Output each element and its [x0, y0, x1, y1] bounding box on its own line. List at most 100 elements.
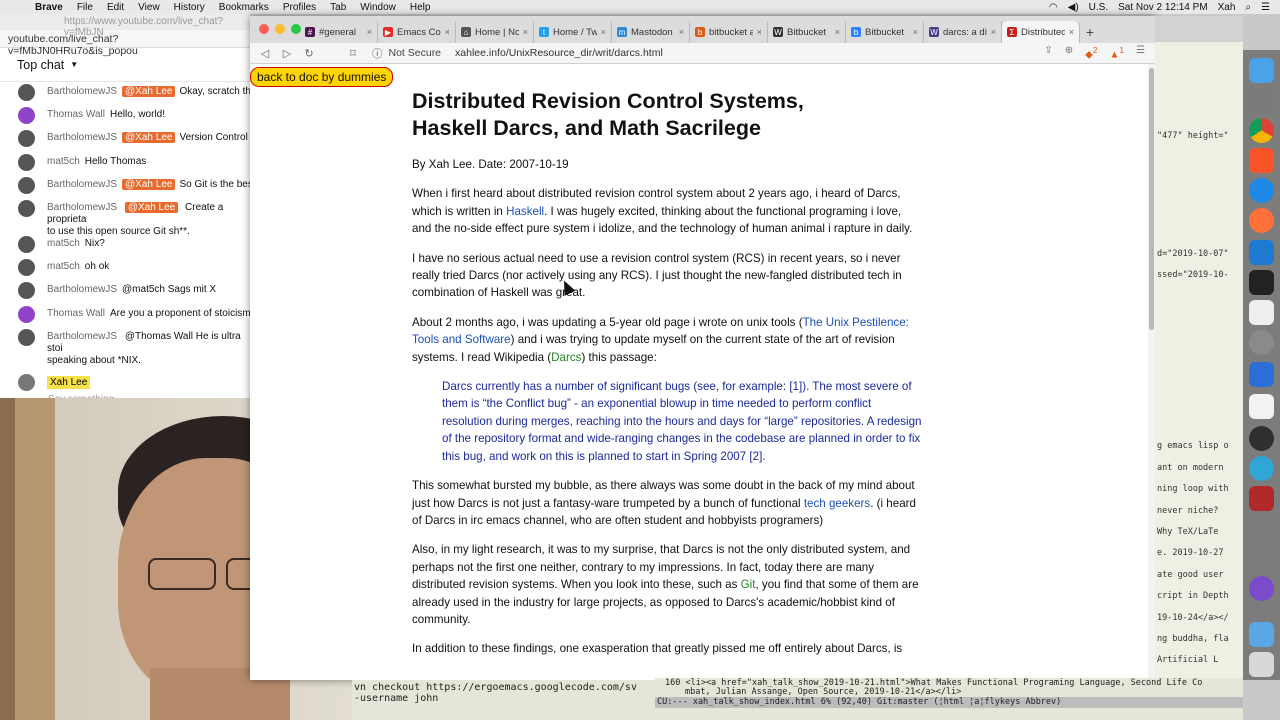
close-tab-icon[interactable]: × — [601, 27, 606, 37]
user-name[interactable]: Xah — [1218, 2, 1236, 13]
zoom-icon[interactable]: ⊕ — [1065, 45, 1073, 60]
brave-rewards-icon[interactable]: ▲1 — [1109, 45, 1124, 60]
menu-file[interactable]: File — [70, 2, 100, 13]
git-link[interactable]: Git — [741, 578, 756, 591]
chat-author[interactable]: BartholomewJS — [47, 179, 117, 190]
chat-author[interactable]: BartholomewJS — [47, 331, 117, 342]
bookmark-icon[interactable]: ⌑ — [342, 47, 364, 60]
close-tab-icon[interactable]: × — [991, 27, 996, 37]
menu-help[interactable]: Help — [403, 2, 438, 13]
reload-icon[interactable]: ↻ — [298, 47, 320, 60]
trash-icon[interactable] — [1249, 652, 1274, 677]
finder-icon[interactable] — [1249, 58, 1274, 83]
back-arrow-icon[interactable]: ◁ — [254, 47, 276, 60]
haskell-link[interactable]: Haskell — [506, 205, 544, 218]
obs-icon[interactable] — [1249, 426, 1274, 451]
emacs-icon[interactable] — [1249, 576, 1274, 601]
chat-author[interactable]: BartholomewJS — [47, 132, 117, 143]
address-bar[interactable]: xahlee.info/UnixResource_dir/writ/darcs.… — [455, 47, 663, 59]
close-tab-icon[interactable]: × — [1069, 27, 1074, 37]
textedit-icon[interactable] — [1249, 300, 1274, 325]
new-tab-button[interactable]: + — [1080, 21, 1100, 43]
close-tab-icon[interactable]: × — [523, 27, 528, 37]
back-to-doc-link[interactable]: back to doc by dummies — [250, 67, 394, 87]
tab-emacs-conf[interactable]: ▶ Emacs Con × — [378, 21, 456, 43]
mastodon-icon: m — [617, 27, 627, 37]
calendar-icon[interactable] — [1249, 394, 1274, 419]
menu-history[interactable]: History — [167, 2, 212, 13]
page-scrollbar[interactable] — [1148, 64, 1155, 680]
menu-app-name[interactable]: Brave — [28, 2, 70, 13]
close-window-icon[interactable] — [259, 24, 269, 34]
terminal-text[interactable]: vn checkout https://ergoemacs.googlecode… — [352, 680, 655, 720]
chat-text: Hello, world! — [109, 109, 166, 121]
menu-list-icon[interactable]: ☰ — [1261, 2, 1270, 13]
menu-view[interactable]: View — [131, 2, 167, 13]
share-icon[interactable]: ⇪ — [1044, 45, 1052, 60]
close-tab-icon[interactable]: × — [367, 27, 372, 37]
emacs-buffer[interactable]: 160 <li><a href="xah_talk_show_2019-10-2… — [655, 678, 1243, 720]
chat-author[interactable]: mat5ch — [47, 261, 80, 272]
tech-geekers-link[interactable]: tech geekers — [804, 497, 870, 510]
sigma-icon: Σ — [1007, 27, 1017, 37]
brave-shields-icon[interactable]: ◆2 — [1085, 45, 1097, 60]
close-tab-icon[interactable]: × — [445, 27, 450, 37]
chat-url-bar[interactable]: youtube.com/live_chat?v=fMbJN0HRu7o&is_p… — [0, 30, 250, 57]
system-prefs-icon[interactable] — [1249, 330, 1274, 355]
launchpad-icon[interactable] — [1249, 88, 1274, 113]
minimize-window-icon[interactable] — [275, 24, 285, 34]
tab-bitbucket-wiki[interactable]: W Bitbucket × — [768, 21, 846, 43]
vscode-icon[interactable] — [1249, 240, 1274, 265]
chat-message: BartholomewJS @Xah Lee So Git is the bes… — [18, 175, 250, 198]
top-chat-label: Top chat — [17, 57, 65, 72]
clock[interactable]: Sat Nov 2 12:14 PM — [1118, 2, 1208, 13]
menu-edit[interactable]: Edit — [100, 2, 131, 13]
brave-icon[interactable] — [1249, 148, 1274, 173]
menu-tab[interactable]: Tab — [323, 2, 353, 13]
menu-profiles[interactable]: Profiles — [276, 2, 323, 13]
terminal-icon[interactable] — [1249, 270, 1274, 295]
close-tab-icon[interactable]: × — [679, 27, 684, 37]
chrome-icon[interactable] — [1249, 118, 1274, 143]
tab-mastodon[interactable]: m Mastodon × — [612, 21, 690, 43]
close-tab-icon[interactable]: × — [913, 27, 918, 37]
darcs-wikipedia-link[interactable]: Darcs — [551, 351, 581, 364]
page-title: Distributed Revision Control Systems, Ha… — [412, 88, 922, 142]
avatar — [18, 84, 35, 101]
tab-home-notion[interactable]: ⌂ Home | No × — [456, 21, 534, 43]
chat-author[interactable]: mat5ch — [47, 238, 80, 249]
search-icon[interactable]: ⌕ — [1245, 2, 1251, 13]
activity-monitor-icon[interactable] — [1249, 362, 1274, 387]
menu-window[interactable]: Window — [353, 2, 403, 13]
tab-slack-general[interactable]: # #general × — [300, 21, 378, 43]
menu-icon[interactable]: ☰ — [1136, 45, 1145, 60]
close-tab-icon[interactable]: × — [757, 27, 762, 37]
chat-author[interactable]: mat5ch — [47, 156, 80, 167]
tab-bitbucket-search[interactable]: b bitbucket a × — [690, 21, 768, 43]
chat-author[interactable]: Thomas Wall — [47, 308, 105, 319]
tab-distributed-active[interactable]: Σ Distributed × — [1002, 21, 1080, 43]
safari-icon[interactable] — [1249, 178, 1274, 203]
zoom-window-icon[interactable] — [291, 24, 301, 34]
tab-bitbucket[interactable]: b Bitbucket × — [846, 21, 924, 43]
input-source[interactable]: U.S. — [1089, 2, 1108, 13]
edge-icon[interactable] — [1249, 456, 1274, 481]
photo-booth-icon[interactable] — [1249, 486, 1274, 511]
chat-author[interactable]: BartholomewJS — [47, 202, 117, 213]
scrollbar-thumb[interactable] — [1149, 68, 1154, 330]
menu-bookmarks[interactable]: Bookmarks — [212, 2, 276, 13]
tab-twitter[interactable]: t Home / Tw × — [534, 21, 612, 43]
firefox-icon[interactable] — [1249, 208, 1274, 233]
folder-icon[interactable] — [1249, 622, 1274, 647]
forward-arrow-icon[interactable]: ▷ — [276, 47, 298, 60]
volume-icon[interactable]: ◀) — [1068, 2, 1079, 13]
chat-author[interactable]: BartholomewJS — [47, 86, 117, 97]
chat-composer[interactable]: Xah Lee Say something... — [18, 374, 122, 404]
security-status[interactable]: Not Secure — [389, 47, 442, 59]
tab-darcs[interactable]: W darcs: a di × — [924, 21, 1002, 43]
chat-author[interactable]: BartholomewJS — [47, 284, 117, 295]
wifi-icon[interactable]: ◠ — [1049, 2, 1058, 13]
chat-author[interactable]: Thomas Wall — [47, 109, 105, 120]
close-tab-icon[interactable]: × — [835, 27, 840, 37]
info-icon[interactable]: ⓘ — [372, 46, 383, 61]
